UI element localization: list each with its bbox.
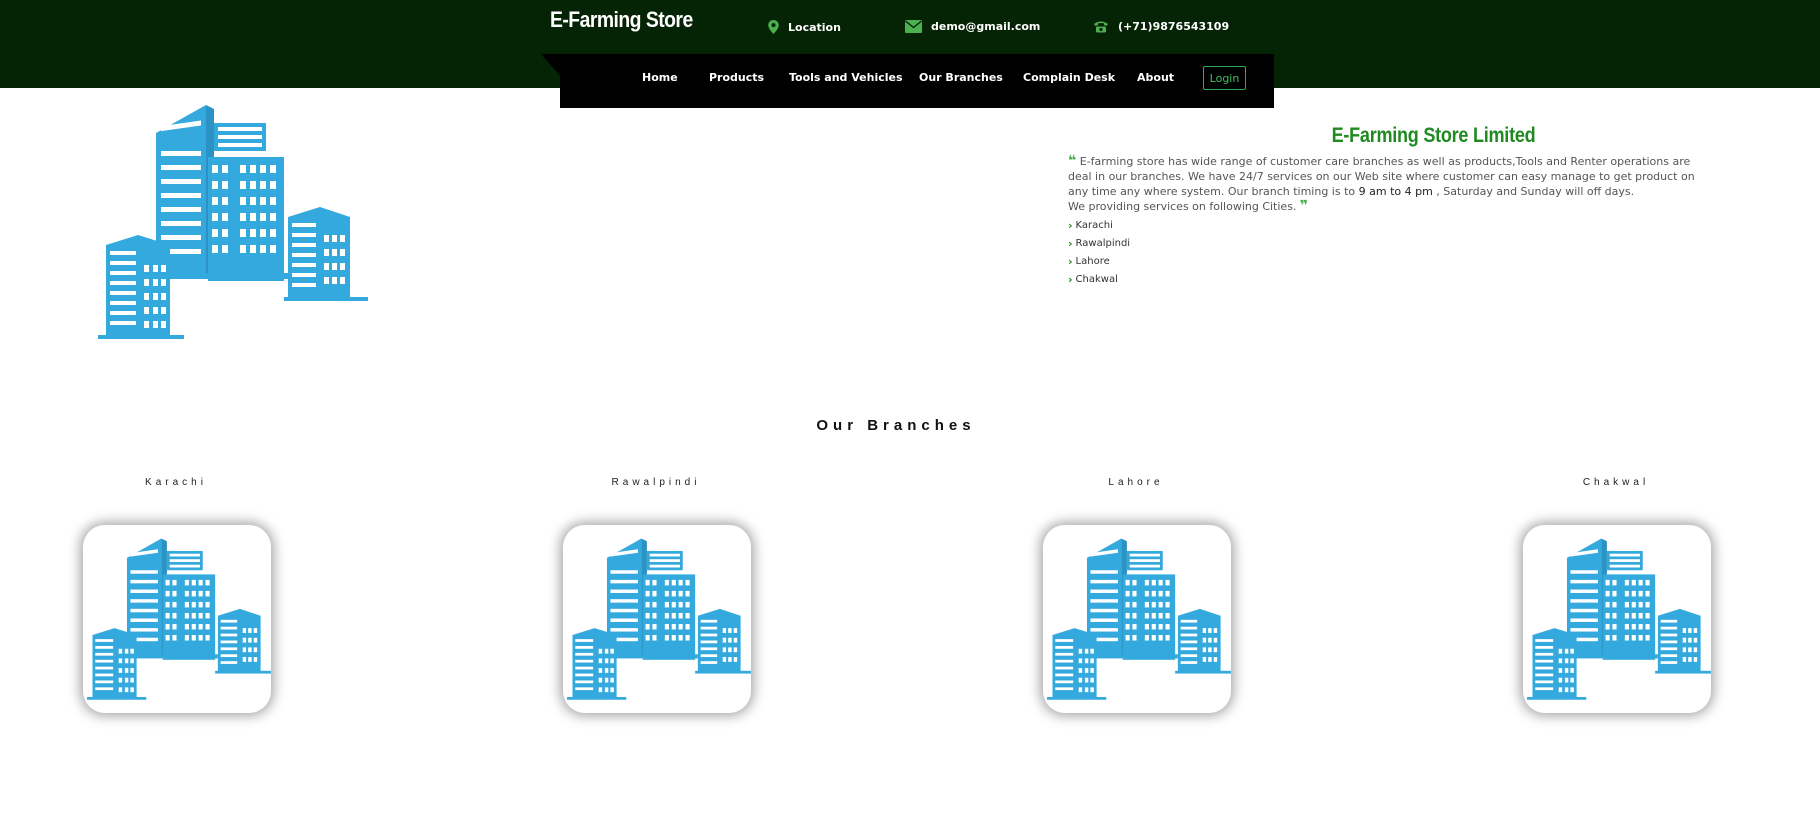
location-label: Location: [788, 20, 841, 34]
city-name: Karachi: [1075, 219, 1113, 231]
branch-card-lahore[interactable]: [1043, 525, 1231, 713]
list-item: › Rawalpindi: [1068, 234, 1698, 252]
map-pin-icon: [768, 20, 779, 34]
branch-label-lahore: Lahore: [1108, 477, 1164, 488]
login-button[interactable]: Login: [1203, 66, 1246, 90]
branch-label-chakwal: Chakwal: [1582, 477, 1650, 488]
about-title: E-Farming Store Limited: [1331, 124, 1536, 147]
quote-open-icon: ❝: [1068, 153, 1077, 169]
buildings-image: [1527, 536, 1711, 703]
nav-complain-desk[interactable]: Complain Desk: [1023, 71, 1115, 84]
phone-label: (+71)9876543109: [1118, 20, 1230, 33]
buildings-image: [567, 536, 751, 703]
list-item: › Lahore: [1068, 252, 1698, 270]
location-contact[interactable]: Location: [768, 20, 841, 34]
chevron-right-icon: ›: [1068, 218, 1073, 232]
buildings-image: [1047, 536, 1231, 703]
branches-section-title: Our Branches: [816, 417, 976, 434]
city-name: Chakwal: [1075, 273, 1118, 285]
chevron-right-icon: ›: [1068, 272, 1073, 286]
nav-our-branches[interactable]: Our Branches: [919, 71, 1003, 84]
list-item: › Chakwal: [1068, 270, 1698, 288]
about-section: E-Farming Store Limited ❝ E-farming stor…: [1068, 124, 1698, 288]
nav-products[interactable]: Products: [709, 71, 764, 84]
about-timing-highlight: 9 am to 4 pm: [1358, 185, 1433, 198]
branch-label-rawalpindi: Rawalpindi: [611, 477, 701, 488]
nav-about[interactable]: About: [1137, 71, 1174, 84]
phone-icon: [1094, 21, 1108, 33]
email-label: demo@gmail.com: [931, 20, 1041, 33]
quote-close-icon: ❞: [1299, 198, 1309, 214]
branch-label-karachi: Karachi: [145, 477, 207, 488]
branch-card-rawalpindi[interactable]: [563, 525, 751, 713]
city-name: Rawalpindi: [1075, 237, 1131, 249]
about-text-part-3: We providing services on following Citie…: [1068, 200, 1297, 213]
chevron-right-icon: ›: [1068, 254, 1073, 268]
branch-card-chakwal[interactable]: [1523, 525, 1711, 713]
email-contact[interactable]: demo@gmail.com: [905, 20, 1040, 33]
buildings-hero-image: [98, 105, 368, 340]
nav-tools-and-vehicles[interactable]: Tools and Vehicles: [789, 71, 903, 84]
list-item: › Karachi: [1068, 216, 1698, 234]
brand-logo-text[interactable]: E-Farming Store: [550, 7, 693, 33]
about-description: ❝ E-farming store has wide range of cust…: [1068, 154, 1698, 214]
city-list: › Karachi › Rawalpindi › Lahore › Chakwal: [1068, 216, 1698, 288]
phone-contact[interactable]: (+71)9876543109: [1093, 20, 1229, 33]
branch-card-karachi[interactable]: [83, 525, 271, 713]
buildings-image: [87, 536, 271, 703]
city-name: Lahore: [1075, 255, 1110, 267]
nav-home[interactable]: Home: [642, 71, 678, 84]
chevron-right-icon: ›: [1068, 236, 1073, 250]
envelope-icon: [905, 20, 922, 33]
about-text-part-2: , Saturday and Sunday will off days.: [1432, 185, 1635, 198]
